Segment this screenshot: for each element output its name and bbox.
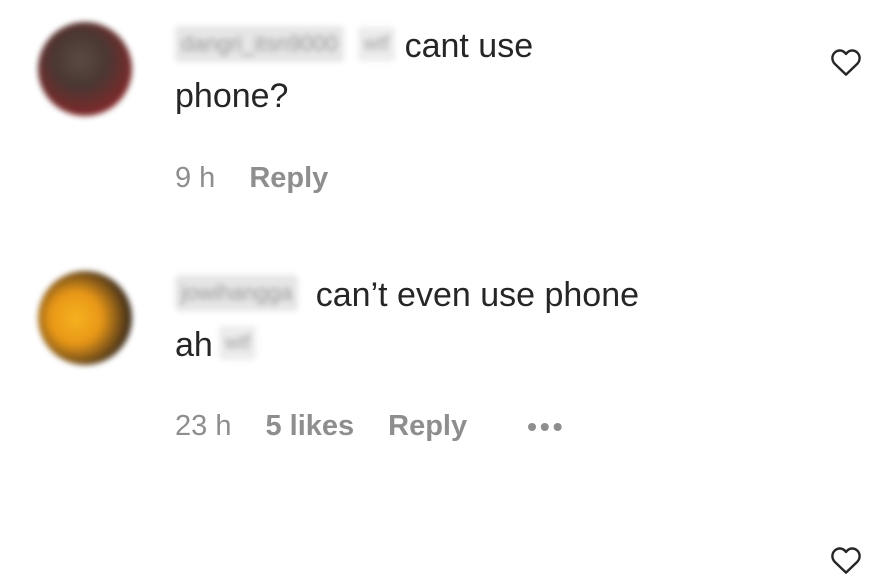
comment-body: dangri_itsn9000 wtf cant use phone? [175,21,775,121]
mention-blurred: wtf [218,326,257,361]
timestamp: 9 h [175,162,216,194]
avatar[interactable] [38,22,132,116]
comment-text-line2: phone? [175,77,289,115]
comment-body: jowihangga can’t even use phone ah wtf [175,270,775,370]
comment-text-line1: cant use [404,27,534,65]
more-options-icon[interactable]: ••• [527,411,565,443]
username-blurred[interactable]: jowihangga [175,275,299,312]
comment-meta: 9 h Reply [175,162,328,195]
avatar[interactable] [38,271,132,365]
comment-meta: 23 h 5 likes Reply ••• [175,410,566,443]
heart-icon[interactable] [830,47,862,77]
reply-button[interactable]: Reply [388,410,467,443]
mention-blurred: wtf [357,27,396,62]
likes-count-button[interactable]: 5 likes [265,410,354,443]
heart-icon[interactable] [830,545,862,575]
timestamp: 23 h [175,410,232,442]
reply-button[interactable]: Reply [249,162,328,195]
username-blurred[interactable]: dangri_itsn9000 [175,26,344,63]
comment-text-line2: ah [175,326,213,364]
comment-item: dangri_itsn9000 wtf cant use phone? 9 h R… [0,0,881,240]
comment-text-line1: can’t even use phone [315,276,640,314]
